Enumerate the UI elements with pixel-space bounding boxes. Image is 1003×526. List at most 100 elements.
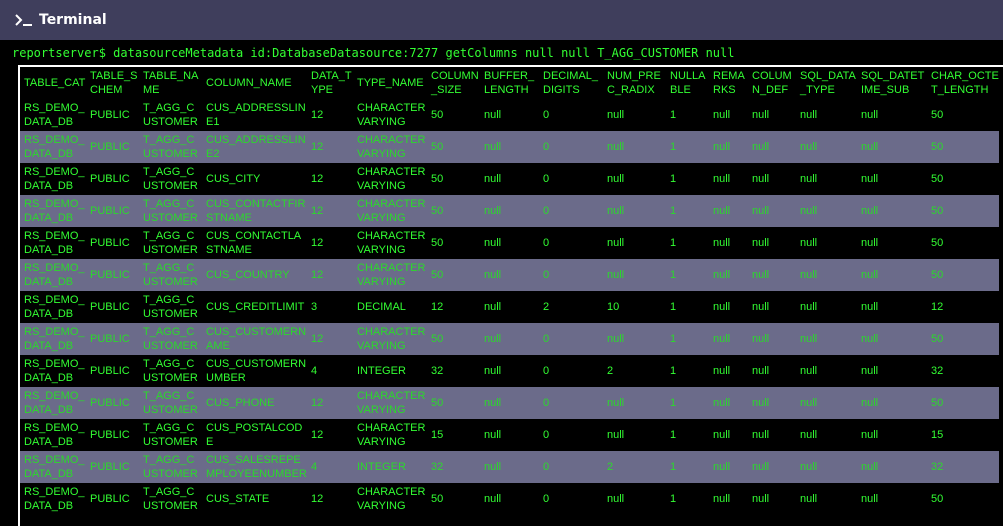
table-cell: null (748, 323, 796, 355)
table-cell: INTEGER (353, 451, 427, 483)
table-cell: PUBLIC (86, 259, 139, 291)
table-cell: PUBLIC (86, 227, 139, 259)
table-cell: 50 (927, 323, 999, 355)
table-cell: null (709, 323, 748, 355)
table-cell: null (603, 387, 666, 419)
table-cell: 50 (427, 131, 480, 163)
table-cell: T_AGG_CUSTOMER (139, 483, 202, 515)
table-cell: 12 (927, 291, 999, 323)
table-cell: 12 (307, 163, 353, 195)
table-cell: PUBLIC (86, 163, 139, 195)
table-cell: null (857, 259, 927, 291)
table-cell: RS_DEMO_DATA_DB (20, 227, 86, 259)
table-cell: 0 (539, 195, 603, 227)
table-cell: 1 (666, 387, 709, 419)
table-cell: 50 (927, 483, 999, 515)
table-cell: null (796, 419, 857, 451)
table-cell: 0 (539, 259, 603, 291)
table-cell: null (709, 131, 748, 163)
table-cell: 12 (307, 483, 353, 515)
column-header: BUFFER_LENGTH (480, 67, 539, 99)
table-cell: 1 (666, 227, 709, 259)
table-cell: RS_DEMO_DATA_DB (20, 387, 86, 419)
terminal-output[interactable]: reportserver$ datasourceMetadata id:Data… (0, 40, 1003, 526)
table-cell: null (857, 483, 927, 515)
table-cell: 32 (427, 451, 480, 483)
table-cell: RS_DEMO_DATA_DB (20, 483, 86, 515)
table-cell: 15 (927, 419, 999, 451)
table-cell: T_AGG_CUSTOMER (139, 291, 202, 323)
table-cell: 2 (603, 355, 666, 387)
table-cell: null (748, 227, 796, 259)
table-cell: 50 (927, 227, 999, 259)
table-cell: null (796, 483, 857, 515)
table-cell: CHARACTER VARYING (353, 131, 427, 163)
table-cell: 0 (539, 387, 603, 419)
table-cell: PUBLIC (86, 99, 139, 131)
table-cell: 3 (307, 291, 353, 323)
table-row: RS_DEMO_DATA_DB PUBLIC T_AGG_CUSTOMER CUS_S… (20, 483, 999, 515)
table-cell: RS_DEMO_DATA_DB (20, 355, 86, 387)
table-cell: RS_DEMO_DATA_DB (20, 163, 86, 195)
table-cell: CUS_CUSTOMERNAME (202, 323, 307, 355)
column-header: COLUMN_DEF (748, 67, 796, 99)
column-header: REMARKS (709, 67, 748, 99)
table-cell: CHARACTER VARYING (353, 483, 427, 515)
table-cell: 1 (666, 291, 709, 323)
table-cell: CUS_PHONE (202, 387, 307, 419)
table-cell: null (709, 259, 748, 291)
table-cell: 50 (927, 195, 999, 227)
column-header: TABLE_SCHEM (86, 67, 139, 99)
table-cell: 50 (427, 259, 480, 291)
table-cell: 1 (666, 195, 709, 227)
result-table-container: TABLE_CAT TABLE_SCHEM TABLE_NAME COLUMN_NAM… (18, 65, 1003, 526)
terminal-prompt-icon (14, 12, 36, 28)
table-cell: null (748, 387, 796, 419)
table-cell: null (796, 355, 857, 387)
table-row: RS_DEMO_DATA_DB PUBLIC T_AGG_CUSTOMER CUS_C… (20, 195, 999, 227)
column-header: TABLE_CAT (20, 67, 86, 99)
table-cell: CUS_CONTACTFIRSTNAME (202, 195, 307, 227)
table-cell: PUBLIC (86, 355, 139, 387)
table-cell: 4 (307, 355, 353, 387)
table-cell: null (748, 163, 796, 195)
table-cell: T_AGG_CUSTOMER (139, 387, 202, 419)
table-cell: CHARACTER VARYING (353, 227, 427, 259)
table-cell: PUBLIC (86, 451, 139, 483)
table-cell: 12 (307, 99, 353, 131)
table-cell: null (709, 355, 748, 387)
table-cell: null (748, 419, 796, 451)
table-cell: null (480, 259, 539, 291)
table-cell: CHARACTER VARYING (353, 419, 427, 451)
table-cell: 0 (539, 99, 603, 131)
table-cell: null (480, 195, 539, 227)
table-cell: null (857, 323, 927, 355)
table-cell: null (748, 483, 796, 515)
table-cell: null (748, 451, 796, 483)
table-cell: 50 (427, 323, 480, 355)
table-cell: 50 (427, 195, 480, 227)
table-cell: 50 (927, 131, 999, 163)
column-header: NULLABLE (666, 67, 709, 99)
table-cell: T_AGG_CUSTOMER (139, 451, 202, 483)
table-cell: null (857, 131, 927, 163)
table-cell: 1 (666, 419, 709, 451)
table-cell: DECIMAL (353, 291, 427, 323)
table-cell: 0 (539, 163, 603, 195)
table-cell: 0 (539, 451, 603, 483)
table-cell: T_AGG_CUSTOMER (139, 195, 202, 227)
table-row: RS_DEMO_DATA_DB PUBLIC T_AGG_CUSTOMER CUS_C… (20, 163, 999, 195)
table-cell: 12 (307, 419, 353, 451)
table-cell: 1 (666, 323, 709, 355)
table-row: RS_DEMO_DATA_DB PUBLIC T_AGG_CUSTOMER CUS_C… (20, 323, 999, 355)
table-cell: 10 (603, 291, 666, 323)
table-cell: null (857, 419, 927, 451)
table-cell: CHARACTER VARYING (353, 387, 427, 419)
table-cell: null (709, 195, 748, 227)
table-row: RS_DEMO_DATA_DB PUBLIC T_AGG_CUSTOMER CUS_C… (20, 355, 999, 387)
table-cell: 50 (927, 259, 999, 291)
table-cell: 0 (539, 131, 603, 163)
table-cell: 15 (427, 419, 480, 451)
table-cell: RS_DEMO_DATA_DB (20, 451, 86, 483)
column-header: SQL_DATETIME_SUB (857, 67, 927, 99)
